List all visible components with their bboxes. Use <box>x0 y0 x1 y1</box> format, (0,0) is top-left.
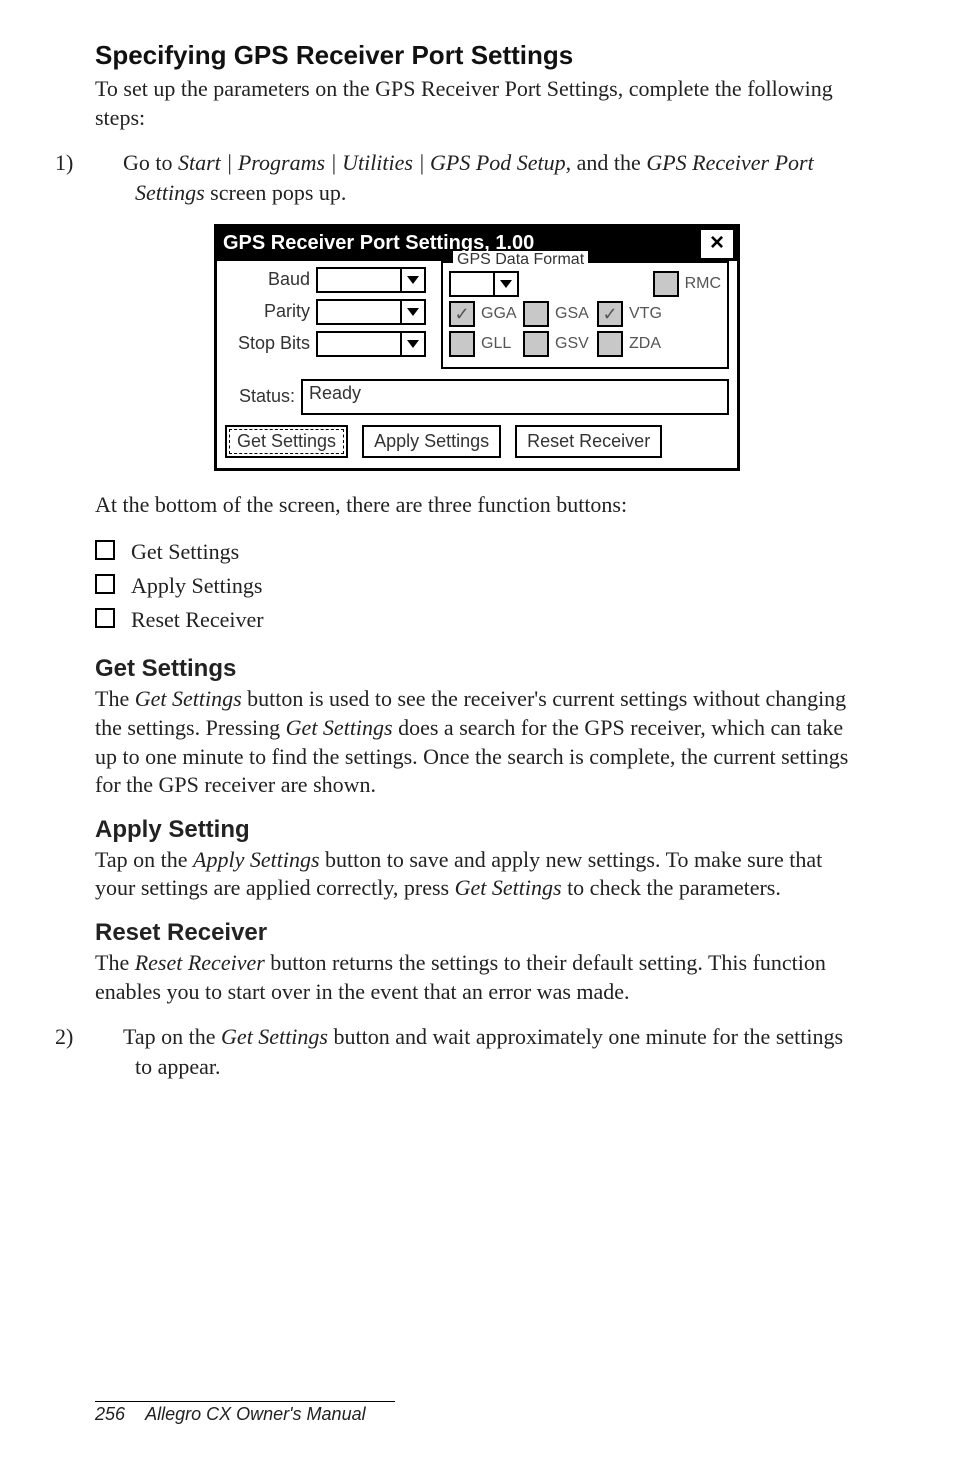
parity-label: Parity <box>225 301 316 322</box>
gsa-checkbox[interactable] <box>523 301 549 327</box>
step-number: 2) <box>95 1022 123 1052</box>
parity-combo[interactable] <box>316 299 426 325</box>
chevron-down-icon <box>493 273 517 295</box>
function-buttons-list: Get Settings Apply Settings Reset Receiv… <box>95 535 859 637</box>
manual-title: Allegro CX Owner's Manual <box>145 1404 366 1424</box>
baud-combo[interactable] <box>316 267 426 293</box>
gga-checkbox[interactable]: ✓ <box>449 301 475 327</box>
dialog-body: Baud Parity <box>217 261 737 468</box>
gps-settings-dialog: GPS Receiver Port Settings, 1.00 × Baud <box>214 224 740 471</box>
chevron-down-icon <box>400 301 424 323</box>
list-item: Reset Receiver <box>95 603 859 637</box>
close-button[interactable]: × <box>700 229 734 259</box>
baud-label: Baud <box>225 269 316 290</box>
footer-rule <box>95 1401 395 1402</box>
get-settings-heading: Get Settings <box>95 655 859 683</box>
intro-text: To set up the parameters on the GPS Rece… <box>95 75 859 132</box>
page-number: 256 <box>95 1404 125 1424</box>
reset-receiver-heading: Reset Receiver <box>95 919 859 947</box>
stopbits-combo[interactable] <box>316 331 426 357</box>
zda-checkbox[interactable] <box>597 331 623 357</box>
status-label: Status: <box>225 386 301 407</box>
vtg-checkbox[interactable]: ✓ <box>597 301 623 327</box>
gsv-label: GSV <box>555 335 591 353</box>
list-item: Apply Settings <box>95 569 859 603</box>
get-settings-paragraph: The Get Settings button is used to see t… <box>95 685 859 799</box>
gll-checkbox[interactable] <box>449 331 475 357</box>
list-item: Get Settings <box>95 535 859 569</box>
step-text: Go to Start | Programs | Utilities | GPS… <box>123 150 814 205</box>
checkbox-bullet-icon <box>95 574 115 594</box>
checkbox-bullet-icon <box>95 608 115 628</box>
gga-label: GGA <box>481 305 517 323</box>
step-text: Tap on the Get Settings button and wait … <box>123 1024 843 1079</box>
gll-label: GLL <box>481 335 517 353</box>
fieldset-legend: GPS Data Format <box>453 251 588 269</box>
rmc-checkbox[interactable] <box>653 271 679 297</box>
get-settings-button[interactable]: Get Settings <box>225 425 348 458</box>
reset-receiver-button[interactable]: Reset Receiver <box>515 425 662 458</box>
section-heading: Specifying GPS Receiver Port Settings <box>95 40 859 71</box>
apply-setting-heading: Apply Setting <box>95 816 859 844</box>
dialog-screenshot: GPS Receiver Port Settings, 1.00 × Baud <box>95 224 859 471</box>
apply-settings-button[interactable]: Apply Settings <box>362 425 501 458</box>
gsv-checkbox[interactable] <box>523 331 549 357</box>
document-page: Specifying GPS Receiver Port Settings To… <box>0 0 954 1475</box>
format-combo[interactable] <box>449 271 519 297</box>
rmc-label: RMC <box>685 275 721 293</box>
gsa-label: GSA <box>555 305 591 323</box>
chevron-down-icon <box>400 269 424 291</box>
step-2: 2)Tap on the Get Settings button and wai… <box>95 1022 859 1081</box>
footer-text: 256 Allegro CX Owner's Manual <box>95 1404 395 1425</box>
step-1: 1)Go to Start | Programs | Utilities | G… <box>95 148 859 207</box>
reset-receiver-paragraph: The Reset Receiver button returns the se… <box>95 949 859 1006</box>
checkbox-bullet-icon <box>95 540 115 560</box>
step-number: 1) <box>95 148 123 178</box>
stopbits-label: Stop Bits <box>225 333 316 354</box>
vtg-label: VTG <box>629 305 665 323</box>
gps-data-format-fieldset: GPS Data Format RMC <box>441 261 729 369</box>
apply-setting-paragraph: Tap on the Apply Settings button to save… <box>95 846 859 903</box>
status-value: Ready <box>301 379 729 415</box>
post-dialog-text: At the bottom of the screen, there are t… <box>95 491 859 520</box>
zda-label: ZDA <box>629 335 665 353</box>
chevron-down-icon <box>400 333 424 355</box>
page-footer: 256 Allegro CX Owner's Manual <box>95 1401 395 1425</box>
